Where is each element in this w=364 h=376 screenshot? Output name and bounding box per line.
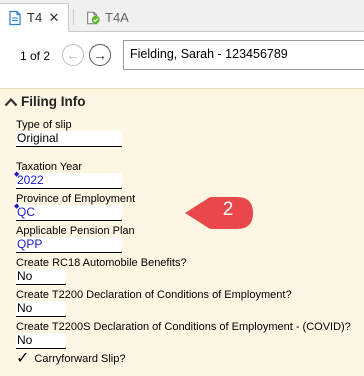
province-value: QC xyxy=(17,205,35,219)
rc18-field[interactable]: No xyxy=(16,269,66,285)
taxation-year-label: Taxation Year xyxy=(16,161,83,173)
navigation-bar: 1 of 2 ← → Fielding, Sarah - 123456789 xyxy=(0,33,364,81)
t2200s-field[interactable]: No xyxy=(16,333,66,349)
tab-t4a-label: T4A xyxy=(105,10,129,25)
tab-t4a[interactable]: T4A xyxy=(78,3,148,32)
checkmark-icon[interactable]: ✓ xyxy=(16,351,29,367)
taxation-year-field[interactable]: ◆ 2022 xyxy=(14,171,122,189)
page-indicator: 1 of 2 xyxy=(20,49,51,63)
t2200-label: Create T2200 Declaration of Conditions o… xyxy=(16,289,292,301)
tab-separator xyxy=(73,9,74,25)
close-tab-icon[interactable]: ✕ xyxy=(47,10,61,26)
carryforward-checkbox[interactable]: ✓ Carryforward Slip? xyxy=(16,351,126,367)
province-of-employment-label: Province of Employment xyxy=(16,193,136,205)
type-of-slip-label: Type of slip xyxy=(16,119,72,131)
next-arrow-icon[interactable]: → xyxy=(89,44,111,66)
type-of-slip-field[interactable]: Original xyxy=(16,131,122,147)
t2200-field[interactable]: No xyxy=(16,301,66,317)
filing-info-panel: Filing Info Type of slip Original Taxati… xyxy=(0,88,364,376)
edit-marker-icon: ◆ xyxy=(14,171,20,178)
employee-selector[interactable]: Fielding, Sarah - 123456789 xyxy=(123,40,364,70)
chevron-up-icon[interactable] xyxy=(4,97,18,107)
tab-t4[interactable]: T4 ✕ xyxy=(0,3,69,32)
panel-title: Filing Info xyxy=(21,94,86,109)
callout-number: 2 xyxy=(222,199,234,220)
previous-arrow-icon[interactable]: ← xyxy=(62,44,84,66)
rc18-label: Create RC18 Automobile Benefits? xyxy=(16,257,187,269)
document-check-icon xyxy=(87,11,100,24)
carryforward-label: Carryforward Slip? xyxy=(34,353,126,365)
province-of-employment-field[interactable]: ◆ QC xyxy=(14,203,122,221)
document-icon xyxy=(9,10,21,25)
edit-marker-icon: ◆ xyxy=(14,203,20,210)
tab-strip: T4 ✕ T4A xyxy=(0,0,364,32)
pension-plan-field[interactable]: QPP xyxy=(16,237,122,253)
pension-plan-label: Applicable Pension Plan xyxy=(16,225,135,237)
filing-info-header[interactable]: Filing Info xyxy=(4,94,85,109)
t2200s-label: Create T2200S Declaration of Conditions … xyxy=(16,321,351,333)
tab-t4-label: T4 xyxy=(27,10,43,25)
taxation-year-value: 2022 xyxy=(17,173,44,187)
